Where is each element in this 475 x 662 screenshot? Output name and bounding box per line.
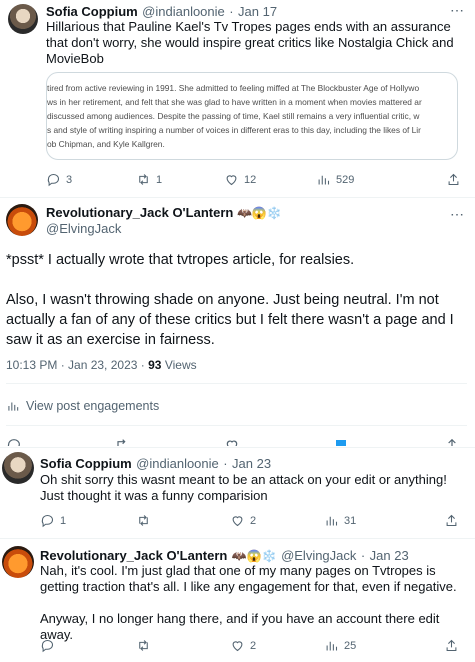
- author-handle[interactable]: @ElvingJack: [281, 548, 356, 563]
- tweet-paragraph: Also, I wasn't throwing shade on anyone.…: [6, 292, 454, 348]
- reply-header: Sofia Coppium @indianloonie · Jan 23: [40, 455, 271, 473]
- author-handle[interactable]: @ElvingJack: [46, 221, 121, 236]
- divider: [0, 447, 475, 448]
- like-count: 12: [244, 173, 257, 186]
- separator-dot: ·: [223, 456, 228, 471]
- retweet-icon[interactable]: [114, 437, 130, 446]
- name-emojis: 🦇😱❄️: [236, 206, 282, 220]
- avatar[interactable]: [2, 546, 34, 578]
- reply-icon: [41, 640, 53, 653]
- quote-line: ws in her retirement, and felt that she …: [47, 97, 422, 107]
- like-button[interactable]: 12: [224, 172, 316, 187]
- view-count: 529: [336, 173, 355, 186]
- separator-dot: ·: [140, 358, 145, 372]
- author-handle[interactable]: @indianloonie: [142, 4, 225, 19]
- share-icon: [446, 639, 457, 652]
- avatar[interactable]: [2, 452, 34, 484]
- more-icon[interactable]: ⋯: [450, 2, 464, 19]
- quote-line: s and style of writing inspiring a numbe…: [47, 125, 421, 135]
- heart-icon: [226, 175, 237, 186]
- quote-line: discussed among audiences. Despite the p…: [47, 111, 420, 121]
- share-icon: [448, 173, 459, 186]
- reply-actions: 2 25: [40, 638, 460, 653]
- reply-actions: 1 2 31: [40, 513, 460, 528]
- divider: [0, 538, 475, 539]
- reply-button[interactable]: 3: [46, 172, 136, 187]
- views-label: Views: [164, 358, 197, 372]
- views-button[interactable]: 529: [316, 172, 446, 187]
- avatar[interactable]: [8, 4, 38, 34]
- reply-text: Nah, it's cool. I'm just glad that one o…: [40, 563, 462, 643]
- retweet-icon: [139, 515, 148, 526]
- reply-button[interactable]: [40, 638, 136, 653]
- view-count: 31: [344, 514, 357, 527]
- share-icon[interactable]: [444, 437, 460, 446]
- post-date[interactable]: Jan 17: [238, 4, 277, 19]
- author-name[interactable]: Revolutionary_Jack O'Lantern: [40, 548, 227, 563]
- retweet-button[interactable]: [136, 638, 230, 653]
- like-count: 2: [250, 514, 257, 527]
- quote-line: tired from active reviewing in 1991. She…: [47, 83, 420, 93]
- post-date[interactable]: Jan 23: [232, 456, 271, 471]
- author-handle[interactable]: @indianloonie: [136, 456, 219, 471]
- tweet-actions: 3 1 12 529: [46, 172, 466, 187]
- like-count: 2: [250, 639, 257, 652]
- quote-text-block: tired from active reviewing in 1991. She…: [47, 73, 457, 151]
- heart-icon: [232, 516, 243, 527]
- engagements-label: View post engagements: [26, 399, 160, 413]
- name-emojis: 🦇😱❄️: [231, 549, 277, 563]
- heart-icon: [232, 641, 243, 652]
- main-tweet-text: *psst* I actually wrote that tvtropes ar…: [6, 250, 466, 350]
- divider: [0, 197, 475, 198]
- view-count: 25: [344, 639, 357, 652]
- more-icon[interactable]: ⋯: [450, 206, 464, 223]
- like-button[interactable]: 2: [230, 638, 324, 653]
- analytics-icon: [8, 402, 19, 411]
- share-icon: [446, 514, 457, 527]
- avatar[interactable]: [6, 204, 38, 236]
- reply-count: 3: [66, 173, 73, 186]
- reply-icon[interactable]: [6, 437, 22, 446]
- reply-icon: [47, 174, 59, 187]
- retweet-button[interactable]: 1: [136, 172, 224, 187]
- share-button[interactable]: [444, 638, 459, 653]
- divider: [6, 383, 467, 384]
- views-button[interactable]: 31: [324, 513, 444, 528]
- view-count: 93: [148, 358, 162, 372]
- author-name[interactable]: Revolutionary_Jack O'Lantern: [46, 205, 233, 220]
- retweet-icon: [139, 174, 148, 185]
- reply-count: 1: [60, 514, 67, 527]
- retweet-count: 1: [156, 173, 163, 186]
- author-name[interactable]: Sofia Coppium: [40, 456, 132, 471]
- share-button[interactable]: [444, 513, 459, 528]
- view-engagements-link[interactable]: View post engagements: [6, 399, 159, 413]
- post-time[interactable]: 10:13 PM · Jan 23, 2023: [6, 358, 137, 372]
- post-meta: 10:13 PM · Jan 23, 2023 · 93 Views: [6, 358, 197, 372]
- reply-icon: [41, 515, 53, 528]
- quoted-screenshot[interactable]: tired from active reviewing in 1991. She…: [46, 72, 458, 160]
- views-button[interactable]: 25: [324, 638, 444, 653]
- analytics-icon: [326, 516, 338, 526]
- author-name-row: Revolutionary_Jack O'Lantern 🦇😱❄️: [46, 205, 282, 220]
- reply-paragraph: Nah, it's cool. I'm just glad that one o…: [40, 563, 457, 594]
- separator-dot: ·: [360, 548, 366, 563]
- bookmark-icon[interactable]: [336, 440, 346, 446]
- analytics-icon: [326, 641, 338, 651]
- tweet-paragraph: *psst* I actually wrote that tvtropes ar…: [6, 252, 355, 268]
- reply-button[interactable]: 1: [40, 513, 136, 528]
- divider: [6, 425, 467, 426]
- author-name[interactable]: Sofia Coppium: [46, 4, 138, 19]
- separator-dot: ·: [229, 4, 234, 19]
- share-button[interactable]: [446, 172, 461, 187]
- reply-text: Oh shit sorry this wasnt meant to be an …: [40, 472, 447, 503]
- quote-line: ob Chipman, and Kyle Kallgren.: [47, 139, 165, 149]
- tweet-text: Hillarious that Pauline Kael's Tv Tropes…: [46, 19, 454, 66]
- like-button[interactable]: 2: [230, 513, 324, 528]
- heart-icon[interactable]: [224, 437, 240, 446]
- main-tweet-actions: [6, 437, 466, 446]
- analytics-icon: [318, 175, 330, 185]
- retweet-icon: [139, 640, 148, 651]
- post-date[interactable]: Jan 23: [370, 548, 409, 563]
- retweet-button[interactable]: [136, 513, 230, 528]
